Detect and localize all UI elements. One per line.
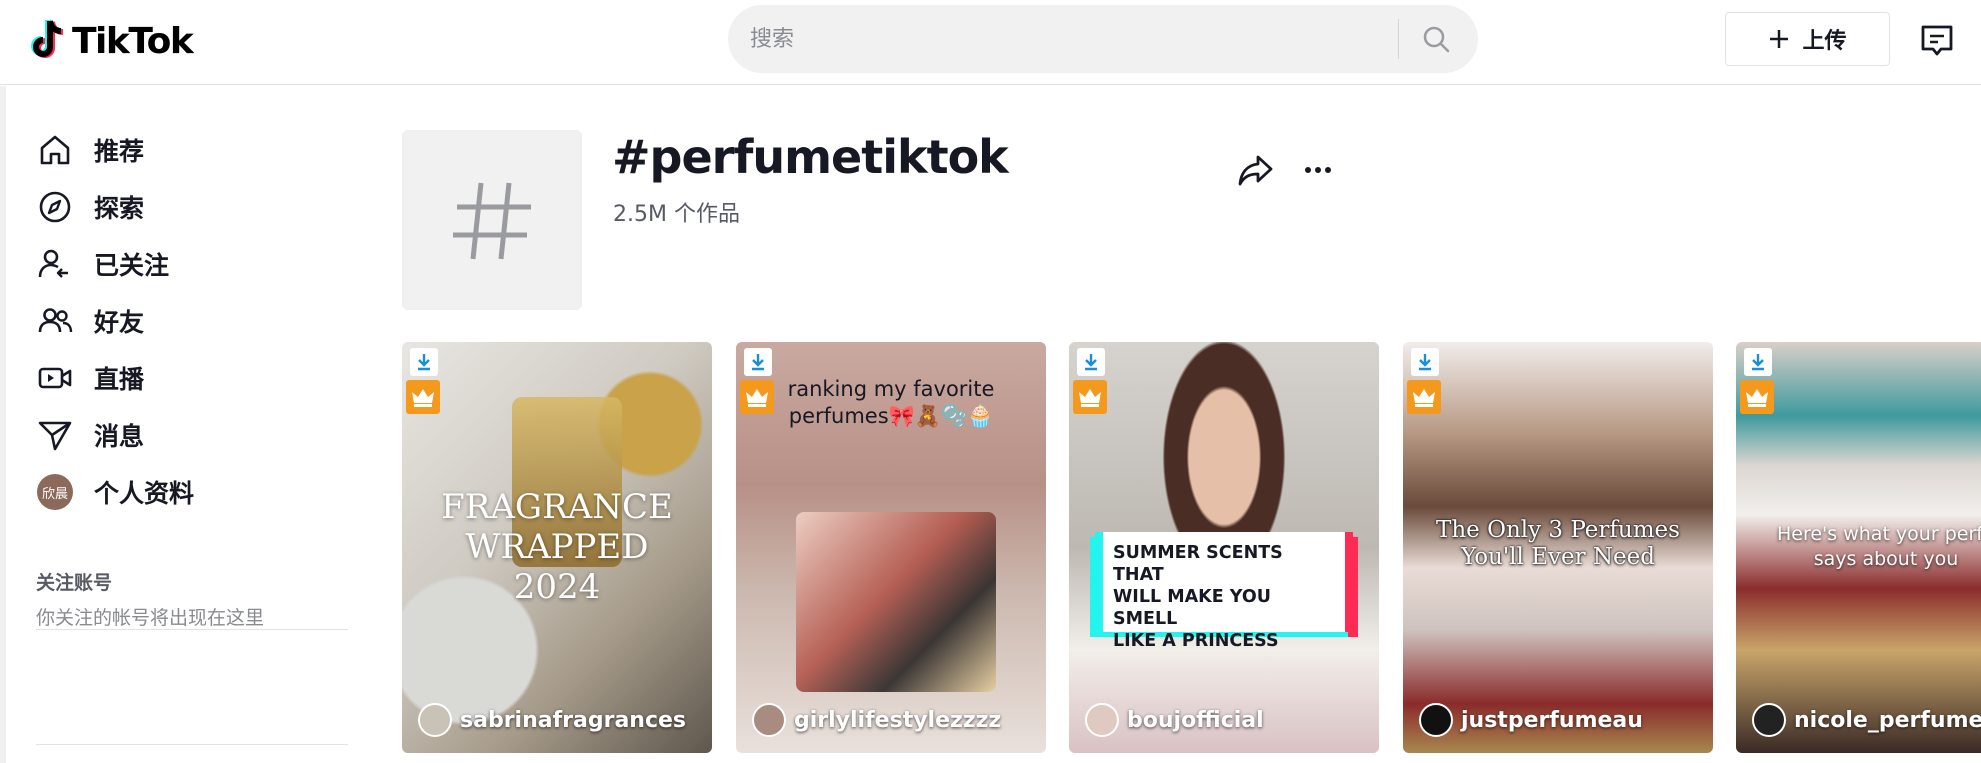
sidebar: 推荐 探索 已关注 好友 直播 消息 欣晨 个人资料 关注账号 你关注的帐号将出… (0, 86, 362, 763)
hashtag-icon (453, 182, 531, 260)
overlay-line: The Only 3 Perfumes (1436, 517, 1680, 543)
search-divider (1398, 19, 1399, 59)
sidebar-item-label: 消息 (94, 422, 145, 451)
overlay-line: says about you (1813, 548, 1959, 570)
overlay-line: WRAPPED (465, 527, 649, 567)
video-author[interactable]: girlylifestylezzzz (752, 703, 1001, 737)
avatar (1752, 703, 1786, 737)
crown-icon (740, 380, 774, 414)
avatar (1085, 703, 1119, 737)
following-accounts-desc: 你关注的帐号将出现在这里 (36, 607, 265, 629)
video-overlay-text: The Only 3 Perfumes You'll Ever Need (1403, 517, 1713, 571)
sidebar-item-explore[interactable]: 探索 (32, 179, 352, 235)
top-bar: TikTok 上传 (0, 0, 1981, 85)
search-bar (728, 5, 1478, 73)
share-button[interactable] (1236, 150, 1276, 190)
avatar (1419, 703, 1453, 737)
video-card[interactable]: SUMMER SCENTS THAT WILL MAKE YOU SMELL L… (1069, 342, 1379, 753)
following-icon (32, 241, 78, 287)
video-count: 2.5M 个作品 (613, 202, 740, 227)
sidebar-item-live[interactable]: 直播 (32, 350, 352, 406)
sidebar-divider (36, 744, 348, 745)
crown-icon (1407, 380, 1441, 414)
overlay-line: 2024 (513, 567, 601, 607)
crown-icon (1073, 380, 1107, 414)
video-author[interactable]: nicole_perfumes (1752, 703, 1981, 737)
following-accounts-title: 关注账号 (36, 572, 113, 594)
video-overlay-text: SUMMER SCENTS THAT WILL MAKE YOU SMELL L… (1095, 532, 1353, 651)
sidebar-item-label: 好友 (94, 308, 145, 337)
overlay-line: SUMMER SCENTS THAT (1113, 543, 1283, 585)
download-icon[interactable] (1411, 348, 1439, 376)
crown-icon (406, 380, 440, 414)
video-card[interactable]: ranking my favorite perfumes🎀🧸🫧🧁 girlyli… (736, 342, 1046, 753)
video-card[interactable]: The Only 3 Perfumes You'll Ever Need jus… (1403, 342, 1713, 753)
overlay-line: LIKE A PRINCESS (1113, 631, 1279, 651)
search-icon (1423, 26, 1450, 53)
overlay-line: You'll Ever Need (1461, 544, 1655, 570)
video-overlay-text: ranking my favorite perfumes🎀🧸🫧🧁 (736, 376, 1046, 430)
avatar (418, 703, 452, 737)
overlay-line: FRAGRANCE (441, 487, 673, 527)
plus-icon (1770, 30, 1789, 48)
avatar: 欣晨 (37, 474, 73, 510)
sidebar-item-label: 个人资料 (94, 479, 195, 508)
perfume-collection (796, 512, 996, 692)
upload-button[interactable]: 上传 (1725, 12, 1890, 66)
video-overlay-text: Here's what your perfu says about you (1736, 522, 1981, 572)
overlay-line: Here's what your perfu (1777, 523, 1981, 545)
author-name: girlylifestylezzzz (794, 707, 1002, 733)
author-name: justperfumeau (1461, 707, 1643, 733)
video-author[interactable]: sabrinafragrances (418, 703, 686, 737)
sidebar-item-label: 直播 (94, 365, 145, 394)
more-options-button[interactable] (1298, 150, 1338, 190)
download-icon[interactable] (1077, 348, 1105, 376)
home-icon (32, 127, 78, 173)
sidebar-item-label: 探索 (94, 194, 145, 223)
avatar (752, 703, 786, 737)
tiktok-note-icon (31, 19, 64, 58)
tiktok-logo[interactable]: TikTok (28, 18, 194, 64)
share-icon (1238, 155, 1273, 186)
sidebar-item-profile[interactable]: 欣晨 个人资料 (32, 464, 352, 520)
inbox-icon (1921, 25, 1953, 56)
ellipsis-icon-dot (1315, 167, 1321, 173)
download-icon[interactable] (410, 348, 438, 376)
ellipsis-icon-dot (1305, 167, 1311, 173)
author-name: nicole_perfumes (1794, 707, 1981, 733)
hashtag-thumbnail (402, 130, 582, 310)
sidebar-item-for-you[interactable]: 推荐 (32, 122, 352, 178)
sidebar-item-following[interactable]: 已关注 (32, 236, 352, 292)
overlay-line: ranking my favorite (787, 377, 995, 401)
inbox-button[interactable] (1918, 22, 1956, 60)
author-name: sabrinafragrances (460, 707, 687, 733)
video-author[interactable]: justperfumeau (1419, 703, 1643, 737)
overlay-line: WILL MAKE YOU SMELL (1113, 587, 1271, 629)
download-icon[interactable] (1744, 348, 1772, 376)
upload-label: 上传 (1802, 29, 1847, 54)
logo-wordmark: TikTok (72, 20, 194, 62)
video-card[interactable]: FRAGRANCE WRAPPED 2024 sabrinafragrances (402, 342, 712, 753)
sidebar-item-label: 已关注 (94, 251, 170, 280)
live-icon (32, 355, 78, 401)
ellipsis-icon-dot (1325, 167, 1331, 173)
overlay-line: perfumes🎀🧸🫧🧁 (788, 404, 994, 428)
search-button[interactable] (1411, 17, 1461, 61)
crown-icon (1740, 380, 1774, 414)
author-name: boujofficial (1127, 707, 1264, 733)
search-input[interactable] (750, 5, 1390, 73)
profile-avatar-wrap: 欣晨 (32, 469, 78, 515)
sidebar-item-friends[interactable]: 好友 (32, 293, 352, 349)
video-overlay-text: FRAGRANCE WRAPPED 2024 (402, 487, 712, 607)
video-author[interactable]: boujofficial (1085, 703, 1264, 737)
sidebar-item-label: 推荐 (94, 137, 145, 166)
sidebar-item-messages[interactable]: 消息 (32, 407, 352, 463)
download-icon[interactable] (744, 348, 772, 376)
send-icon (32, 412, 78, 458)
friends-icon (32, 298, 78, 344)
video-card[interactable]: Here's what your perfu says about you ni… (1736, 342, 1981, 753)
hashtag-title: #perfumetiktok (612, 130, 1009, 184)
compass-icon (32, 184, 78, 230)
